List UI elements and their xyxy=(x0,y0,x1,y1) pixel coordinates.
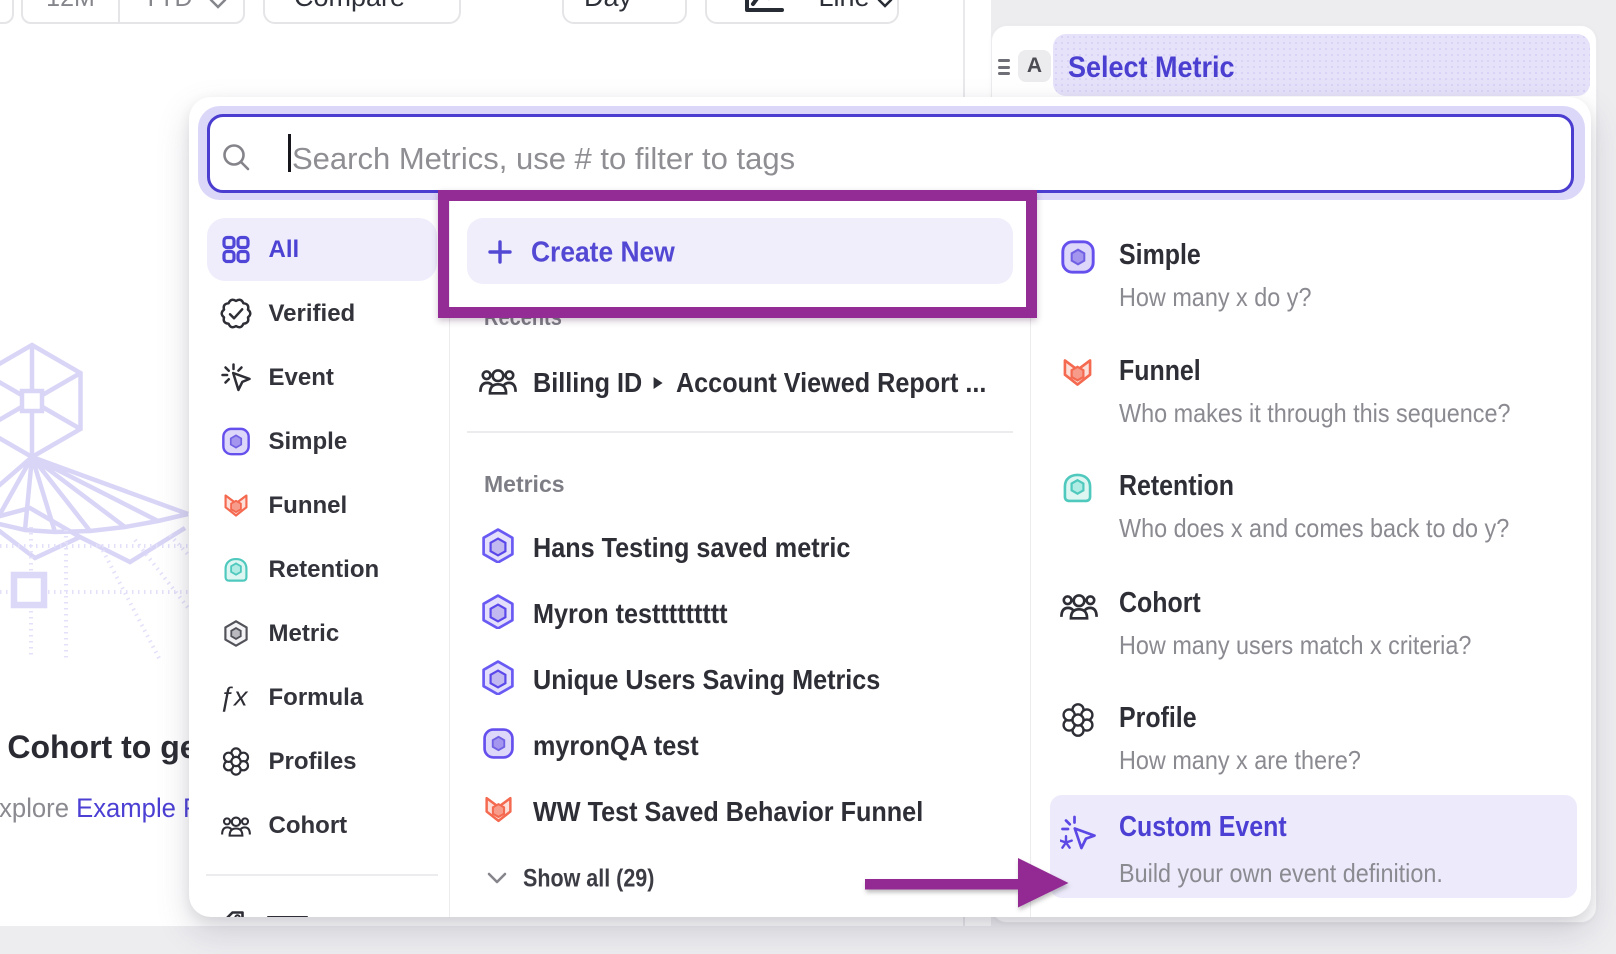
svg-text:ƒx: ƒx xyxy=(219,683,249,712)
